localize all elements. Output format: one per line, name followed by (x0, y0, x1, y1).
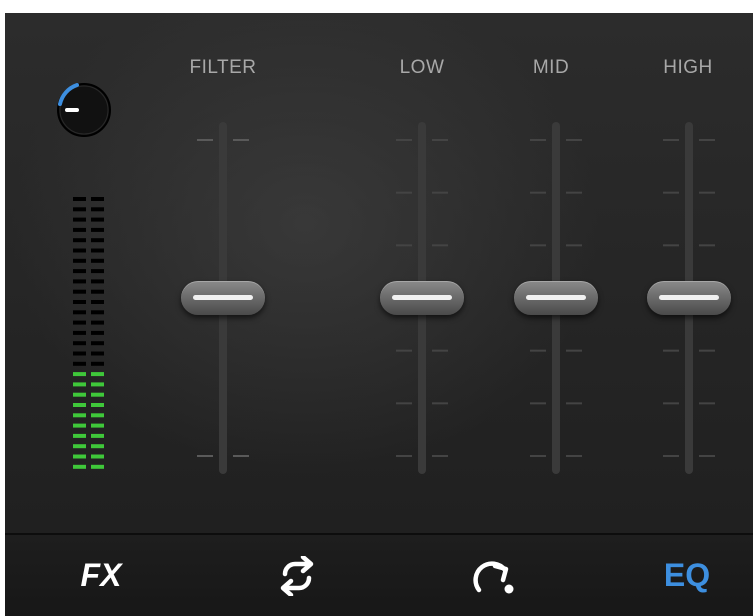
meter-segment (73, 227, 86, 232)
meter-segment (91, 310, 104, 315)
high-fader[interactable] (647, 118, 731, 478)
bottom-tab-bar: FX EQ (5, 535, 753, 616)
meter-segment (91, 227, 104, 232)
low-label: LOW (399, 57, 445, 78)
meter-segment (73, 423, 86, 428)
meter-segment (91, 300, 104, 304)
mid-label: MID (532, 57, 570, 78)
meter-segment (91, 392, 104, 397)
mid-fader-handle[interactable] (514, 281, 598, 315)
meter-segment (91, 217, 104, 222)
meter-segment (73, 454, 86, 459)
mid-fader[interactable] (514, 118, 598, 478)
meter-segment (73, 351, 86, 356)
meter-segment (91, 372, 104, 377)
tab-eq-label: EQ (663, 557, 711, 593)
meter-segment (73, 289, 86, 294)
meter-segment (91, 464, 104, 469)
fader-grip (659, 295, 719, 300)
meter-segment (73, 372, 86, 377)
meter-segment (73, 382, 86, 387)
meter-segment (91, 413, 104, 418)
meter-segment (91, 269, 104, 274)
tab-cue-jump[interactable] (435, 535, 555, 616)
meter-segment (73, 403, 86, 407)
cue-jump-icon (473, 560, 514, 593)
level-meter (73, 197, 104, 469)
meter-segment (91, 433, 104, 438)
tab-loop[interactable] (237, 535, 357, 616)
meter-segment (73, 238, 86, 243)
filter-label: FILTER (189, 57, 257, 78)
meter-segment (91, 258, 104, 263)
loop-icon (280, 555, 314, 596)
low-fader-handle[interactable] (380, 281, 464, 315)
gain-knob[interactable] (55, 79, 113, 137)
meter-segment (91, 403, 104, 407)
high-label: HIGH (663, 57, 713, 78)
meter-segment (73, 361, 86, 366)
meter-segment (91, 382, 104, 387)
meter-segment (73, 341, 86, 346)
meter-segment (91, 423, 104, 428)
meter-segment (91, 444, 104, 449)
meter-segment (91, 361, 104, 366)
meter-segment (73, 279, 86, 284)
meter-segment (73, 413, 86, 418)
fader-grip (193, 295, 253, 300)
meter-segment (91, 330, 104, 335)
meter-segment (91, 248, 104, 253)
meter-segment (91, 279, 104, 284)
meter-segment (73, 392, 86, 397)
meter-segment (73, 464, 86, 469)
low-fader[interactable] (380, 118, 464, 478)
meter-segment (91, 207, 104, 212)
meter-segment (91, 454, 104, 459)
meter-segment (73, 300, 86, 304)
meter-segment (73, 433, 86, 438)
gain-knob-icon (57, 83, 111, 137)
filter-fader[interactable] (181, 118, 265, 478)
meter-segment (73, 207, 86, 212)
meter-segment (91, 197, 104, 201)
mixer-frame: FILTER LOW MID HIGH FX EQ (5, 13, 753, 616)
high-fader-handle[interactable] (647, 281, 731, 315)
meter-segment (91, 351, 104, 356)
meter-segment (73, 269, 86, 274)
eq-panel: FILTER LOW MID HIGH (5, 13, 753, 533)
meter-segment (73, 444, 86, 449)
meter-segment (73, 197, 86, 201)
meter-segment (73, 320, 86, 325)
meter-segment (73, 330, 86, 335)
tab-eq[interactable]: EQ (627, 535, 747, 616)
tab-fx-label: FX (80, 557, 122, 593)
fader-grip (392, 295, 452, 300)
meter-segment (73, 248, 86, 253)
meter-segment (91, 341, 104, 346)
meter-segment (73, 310, 86, 315)
meter-segment (91, 320, 104, 325)
filter-fader-handle[interactable] (181, 281, 265, 315)
tab-fx[interactable]: FX (41, 535, 161, 616)
meter-segment (91, 289, 104, 294)
meter-segment (73, 217, 86, 222)
fader-grip (526, 295, 586, 300)
meter-segment (73, 258, 86, 263)
meter-segment (91, 238, 104, 243)
